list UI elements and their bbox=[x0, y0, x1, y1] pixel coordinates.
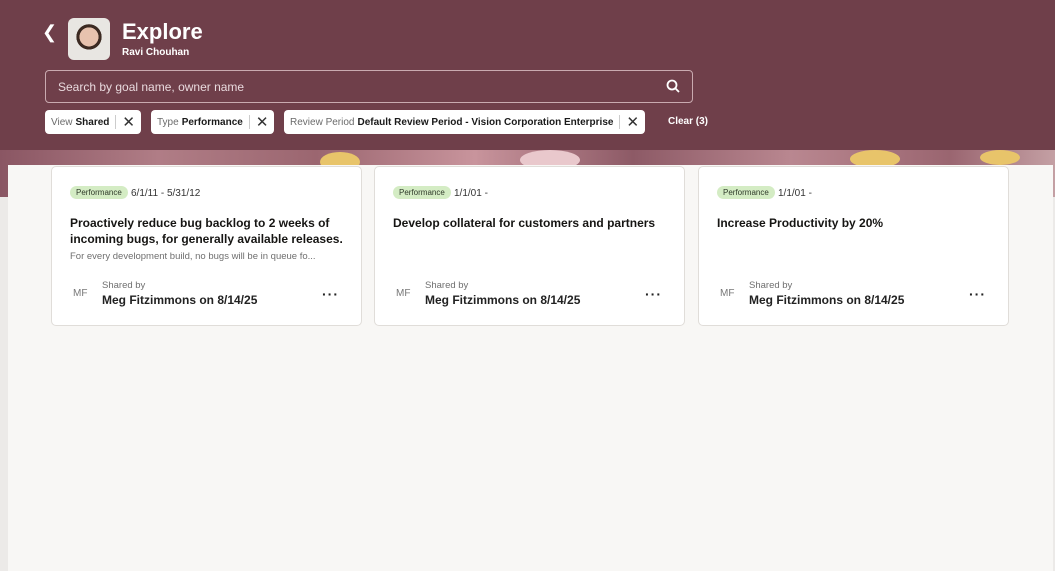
goal-description: For every development build, no bugs wil… bbox=[70, 251, 316, 262]
goal-card[interactable]: Performance 1/1/01 - Develop collateral … bbox=[374, 166, 685, 326]
filter-chip-view: View Shared ✕ bbox=[45, 110, 141, 134]
filter-key: View bbox=[51, 116, 73, 128]
shared-by-label: Shared by bbox=[425, 280, 469, 291]
more-options-icon[interactable]: ··· bbox=[969, 286, 986, 302]
search-input[interactable] bbox=[45, 70, 693, 103]
avatar bbox=[68, 18, 110, 60]
user-name: Ravi Chouhan bbox=[122, 47, 190, 58]
shared-by-label: Shared by bbox=[749, 280, 793, 291]
goal-card[interactable]: Performance 6/1/11 - 5/31/12 Proactively… bbox=[51, 166, 362, 326]
goal-title[interactable]: Proactively reduce bug backlog to 2 week… bbox=[70, 215, 355, 247]
owner-name: Meg Fitzimmons on 8/14/25 bbox=[102, 293, 258, 307]
shared-by-label: Shared by bbox=[102, 280, 146, 291]
type-badge: Performance bbox=[717, 186, 775, 199]
date-range: 1/1/01 - bbox=[454, 188, 488, 199]
clear-filters-button[interactable]: Clear (3) bbox=[668, 116, 708, 127]
close-icon[interactable]: ✕ bbox=[122, 113, 135, 131]
filter-chip-review-period: Review Period Default Review Period - Vis… bbox=[284, 110, 646, 134]
owner-initials: MF bbox=[396, 288, 411, 299]
filter-chip-type: Type Performance ✕ bbox=[151, 110, 275, 134]
page-title: Explore bbox=[122, 19, 203, 44]
back-button[interactable]: ❮ bbox=[42, 22, 57, 43]
filter-value: Performance bbox=[181, 116, 243, 128]
owner-initials: MF bbox=[720, 288, 735, 299]
filter-key: Type bbox=[157, 116, 179, 128]
owner-name: Meg Fitzimmons on 8/14/25 bbox=[749, 293, 905, 307]
filter-value: Shared bbox=[75, 116, 110, 128]
type-badge: Performance bbox=[70, 186, 128, 199]
filter-value: Default Review Period - Vision Corporati… bbox=[357, 116, 614, 128]
search-icon[interactable] bbox=[665, 78, 681, 94]
goal-title[interactable]: Increase Productivity by 20% bbox=[717, 215, 1002, 231]
close-icon[interactable]: ✕ bbox=[256, 113, 269, 131]
owner-name: Meg Fitzimmons on 8/14/25 bbox=[425, 293, 581, 307]
date-range: 1/1/01 - bbox=[778, 188, 812, 199]
owner-initials: MF bbox=[73, 288, 88, 299]
date-range: 6/1/11 - 5/31/12 bbox=[131, 188, 201, 199]
close-icon[interactable]: ✕ bbox=[626, 113, 639, 131]
type-badge: Performance bbox=[393, 186, 451, 199]
more-options-icon[interactable]: ··· bbox=[322, 286, 339, 302]
goal-title[interactable]: Develop collateral for customers and par… bbox=[393, 215, 678, 231]
filter-key: Review Period bbox=[290, 116, 355, 128]
goal-card[interactable]: Performance 1/1/01 - Increase Productivi… bbox=[698, 166, 1009, 326]
more-options-icon[interactable]: ··· bbox=[645, 286, 662, 302]
